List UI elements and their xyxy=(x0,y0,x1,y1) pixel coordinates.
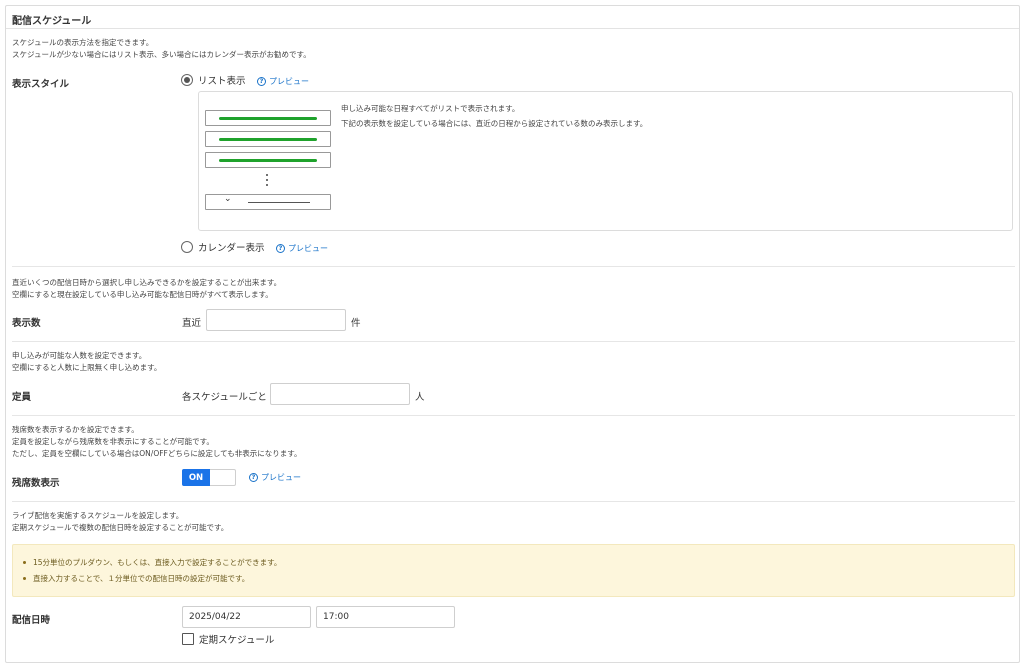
radio-list-view[interactable]: リスト表示 xyxy=(181,73,246,87)
section-divider xyxy=(12,501,1015,502)
preview-desc-line: 申し込み可能な日程すべてがリストで表示されます。 xyxy=(341,104,520,113)
preview-row-bar xyxy=(219,159,317,162)
display-style-label: 表示スタイル xyxy=(12,79,70,90)
radio-calendar-view-label: カレンダー表示 xyxy=(198,243,265,254)
toggle-on-label: ON xyxy=(182,469,210,486)
display-style-note-line: スケジュールの表示方法を指定できます。 xyxy=(12,38,154,47)
schedule-warning-box: 15分単位のプルダウン、もしくは、直接入力で設定することができます。 直接入力す… xyxy=(12,544,1015,597)
preview-dropdown-line xyxy=(248,202,310,203)
preview-link-label: プレビュー xyxy=(269,77,309,86)
capacity-note-line: 空欄にすると人数に上限無く申し込めます。 xyxy=(12,363,162,372)
warning-text: 15分単位のプルダウン、もしくは、直接入力で設定することができます。 xyxy=(33,558,282,567)
display-count-note: 直近いくつの配信日時から選択し申し込みできるかを設定することが出来ます。 空欄に… xyxy=(12,277,281,301)
panel-title: 配信スケジュール xyxy=(6,6,1019,29)
remaining-seats-note-line: ただし、定員を空欄にしている場合はON/OFFどちらに設定しても非表示になります… xyxy=(12,449,302,458)
preview-dropdown-row: ⌄ xyxy=(205,194,331,210)
warning-text: 直接入力することで、１分単位での配信日時の設定が可能です。 xyxy=(33,574,250,583)
remaining-seats-preview-link[interactable]: ? プレビュー xyxy=(249,472,301,483)
recurring-schedule-checkbox[interactable] xyxy=(182,633,194,645)
list-view-preview-box: ⌄ 申し込み可能な日程すべてがリストで表示されます。 下記の表示数を設定している… xyxy=(198,91,1013,231)
schedule-time-input[interactable]: 17:00 xyxy=(316,606,455,628)
remaining-seats-note-line: 残席数を表示するかを設定できます。 xyxy=(12,425,139,434)
remaining-seats-note-line: 定員を設定しながら残席数を非表示にすることが可能です。 xyxy=(12,437,214,446)
list-view-preview-link[interactable]: ? プレビュー xyxy=(257,76,309,87)
bullet-icon xyxy=(23,561,26,564)
preview-row-bar xyxy=(219,117,317,120)
radio-list-view-label: リスト表示 xyxy=(198,76,246,87)
warning-item: 15分単位のプルダウン、もしくは、直接入力で設定することができます。 xyxy=(23,556,1014,569)
section-divider xyxy=(12,266,1015,267)
help-circle-icon: ? xyxy=(249,473,258,482)
capacity-note-line: 申し込みが可能な人数を設定できます。 xyxy=(12,351,147,360)
bullet-icon xyxy=(23,577,26,580)
radio-calendar-view-input[interactable] xyxy=(181,241,193,253)
remaining-seats-note: 残席数を表示するかを設定できます。 定員を設定しながら残席数を非表示にすることが… xyxy=(12,424,302,460)
recurring-schedule-label: 定期スケジュール xyxy=(199,635,275,646)
more-dots-icon xyxy=(266,174,270,189)
preview-row-bar xyxy=(219,138,317,141)
section-divider xyxy=(12,415,1015,416)
display-count-input[interactable] xyxy=(206,309,346,331)
radio-calendar-view[interactable]: カレンダー表示 xyxy=(181,240,265,254)
schedule-note-line: 定期スケジュールで複数の配信日時を設定することが可能です。 xyxy=(12,523,229,532)
delivery-schedule-panel: 配信スケジュール スケジュールの表示方法を指定できます。 スケジュールが少ない場… xyxy=(5,5,1020,663)
display-count-suffix: 件 xyxy=(351,318,361,329)
display-style-note-line: スケジュールが少ない場合にはリスト表示、多い場合にはカレンダー表示がお勧めです。 xyxy=(12,50,311,59)
recurring-schedule-option[interactable]: 定期スケジュール xyxy=(182,632,274,646)
preview-list-row xyxy=(205,110,331,126)
preview-list-row xyxy=(205,152,331,168)
help-circle-icon: ? xyxy=(257,77,266,86)
capacity-label: 定員 xyxy=(12,392,32,403)
schedule-note-line: ライブ配信を実施するスケジュールを設定します。 xyxy=(12,511,184,520)
schedule-date-input[interactable]: 2025/04/22 xyxy=(182,606,311,628)
remaining-seats-toggle[interactable]: ON xyxy=(182,469,236,486)
preview-desc-line: 下記の表示数を設定している場合には、直近の日程から設定されている数のみ表示します… xyxy=(341,119,648,128)
capacity-prefix: 各スケジュールごと xyxy=(182,392,267,403)
display-count-note-line: 直近いくつの配信日時から選択し申し込みできるかを設定することが出来ます。 xyxy=(12,278,282,287)
preview-link-label: プレビュー xyxy=(261,473,301,482)
schedule-datetime-label: 配信日時 xyxy=(12,615,51,626)
preview-link-label: プレビュー xyxy=(288,244,328,253)
help-circle-icon: ? xyxy=(276,244,285,253)
section-divider xyxy=(12,341,1015,342)
warning-item: 直接入力することで、１分単位での配信日時の設定が可能です。 xyxy=(23,572,1014,585)
display-style-note: スケジュールの表示方法を指定できます。 スケジュールが少ない場合にはリスト表示、… xyxy=(12,37,311,61)
chevron-down-icon: ⌄ xyxy=(224,194,232,204)
display-count-note-line: 空欄にすると現在設定している申し込み可能な配信日時がすべて表示します。 xyxy=(12,290,273,299)
preview-list-row xyxy=(205,131,331,147)
remaining-seats-label: 残席数表示 xyxy=(12,478,60,489)
capacity-input[interactable] xyxy=(270,383,410,405)
schedule-note: ライブ配信を実施するスケジュールを設定します。 定期スケジュールで複数の配信日時… xyxy=(12,510,228,534)
display-count-prefix: 直近 xyxy=(182,318,202,329)
capacity-note: 申し込みが可能な人数を設定できます。 空欄にすると人数に上限無く申し込めます。 xyxy=(12,350,161,374)
display-count-label: 表示数 xyxy=(12,318,41,329)
calendar-view-preview-link[interactable]: ? プレビュー xyxy=(276,243,328,254)
capacity-suffix: 人 xyxy=(415,392,425,403)
radio-list-view-input[interactable] xyxy=(181,74,193,86)
preview-description: 申し込み可能な日程すべてがリストで表示されます。 下記の表示数を設定している場合… xyxy=(341,101,647,131)
